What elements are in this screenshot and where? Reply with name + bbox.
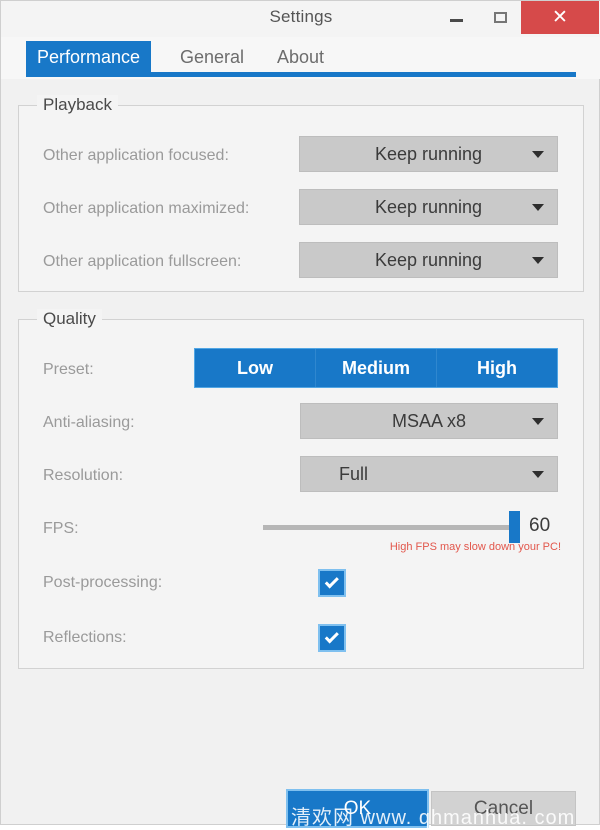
fps-warning-text: High FPS may slow down your PC! — [389, 541, 561, 553]
fps-slider-track[interactable] — [263, 525, 513, 530]
label-other-app-fullscreen: Other application fullscreen: — [43, 253, 242, 270]
playback-group-title: Playback — [37, 95, 118, 115]
label-anti-aliasing: Anti-aliasing: — [43, 414, 135, 431]
title-bar: Settings ✕ — [1, 1, 600, 37]
label-other-app-focused: Other application focused: — [43, 147, 229, 164]
check-icon — [324, 628, 339, 643]
maximize-button[interactable] — [479, 1, 521, 34]
tab-about[interactable]: About — [266, 41, 335, 74]
tab-performance[interactable]: Performance — [26, 41, 152, 74]
playback-group: Playback Other application focused: Keep… — [18, 95, 584, 292]
chevron-down-icon — [532, 417, 544, 425]
preset-option-medium[interactable]: Medium — [316, 349, 437, 387]
combo-other-app-focused[interactable]: Keep running — [299, 136, 558, 172]
combo-other-app-fullscreen[interactable]: Keep running — [299, 242, 558, 278]
preset-segmented-control[interactable]: Low Medium High — [195, 349, 557, 387]
preset-option-low[interactable]: Low — [195, 349, 316, 387]
settings-window: Settings ✕ Performance General About Pla… — [0, 0, 600, 829]
tab-underline — [26, 72, 576, 77]
chevron-down-icon — [532, 150, 544, 158]
combo-anti-aliasing[interactable]: MSAA x8 — [300, 403, 558, 439]
fps-slider-handle[interactable] — [509, 511, 520, 543]
checkbox-reflections[interactable] — [320, 626, 344, 650]
chevron-down-icon — [532, 203, 544, 211]
combo-resolution-value: Full — [339, 463, 369, 484]
quality-group-title: Quality — [37, 309, 102, 329]
minimize-icon — [449, 19, 463, 22]
combo-other-app-maximized[interactable]: Keep running — [299, 189, 558, 225]
label-post-processing: Post-processing: — [43, 574, 163, 591]
label-reflections: Reflections: — [43, 629, 127, 646]
combo-other-app-fullscreen-value: Keep running — [374, 249, 483, 270]
preset-option-high[interactable]: High — [437, 349, 557, 387]
chevron-down-icon — [532, 470, 544, 478]
close-button[interactable]: ✕ — [521, 1, 599, 34]
chevron-down-icon — [532, 256, 544, 264]
ok-button[interactable]: OK — [288, 791, 427, 826]
label-resolution: Resolution: — [43, 467, 124, 484]
tab-general[interactable]: General — [169, 41, 255, 74]
cancel-button[interactable]: Cancel — [431, 791, 576, 826]
combo-other-app-maximized-value: Keep running — [374, 196, 483, 217]
maximize-icon — [493, 12, 507, 23]
label-other-app-maximized: Other application maximized: — [43, 200, 250, 217]
label-preset: Preset: — [43, 361, 94, 378]
fps-value: 60 — [529, 515, 551, 536]
label-fps: FPS: — [43, 520, 79, 537]
minimize-button[interactable] — [433, 1, 479, 34]
checkbox-post-processing[interactable] — [320, 571, 344, 595]
combo-other-app-focused-value: Keep running — [374, 143, 483, 164]
check-icon — [324, 573, 339, 588]
close-icon: ✕ — [552, 7, 568, 28]
combo-anti-aliasing-value: MSAA x8 — [391, 410, 467, 431]
combo-resolution[interactable]: Full — [300, 456, 558, 492]
